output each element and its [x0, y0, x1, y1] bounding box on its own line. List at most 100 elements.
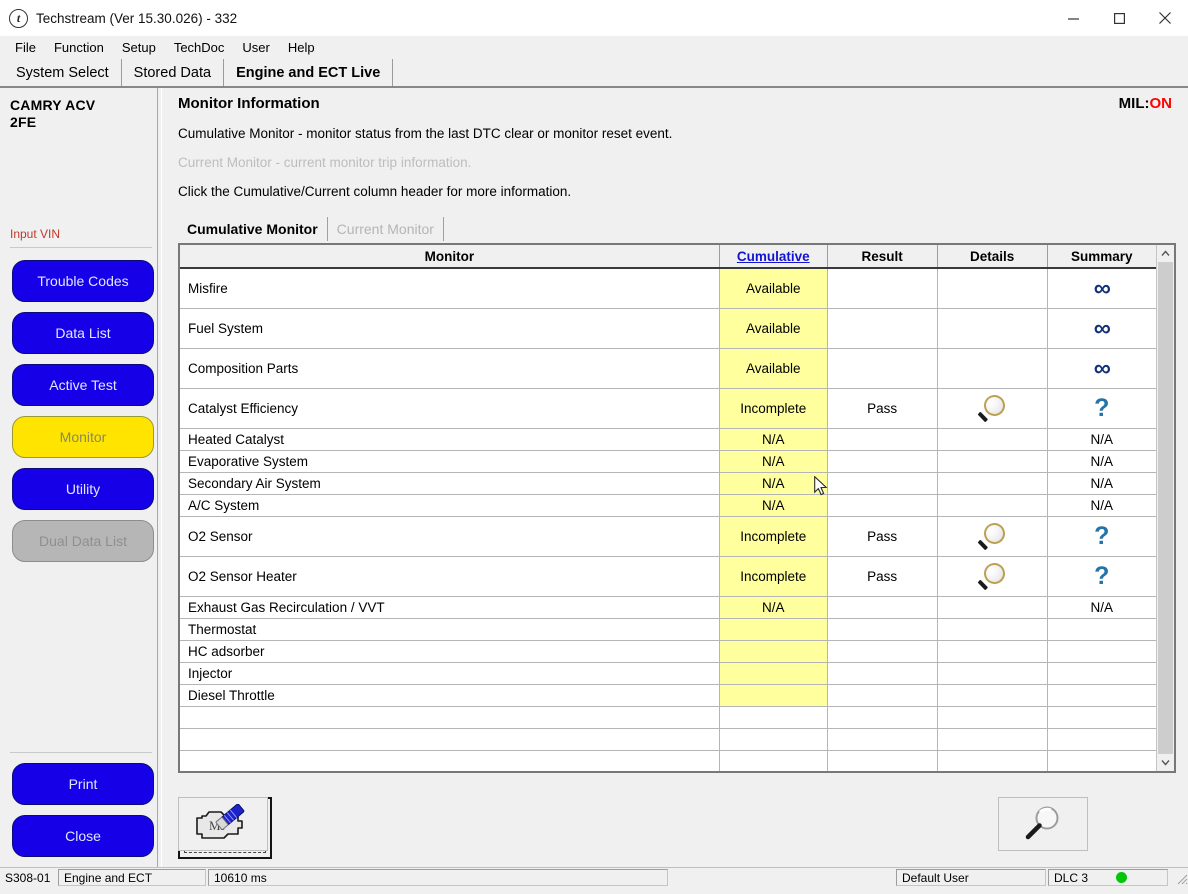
table-row[interactable]: [180, 728, 1156, 751]
page-title: Monitor Information: [178, 95, 320, 112]
menu-item-file[interactable]: File: [6, 38, 45, 57]
resize-grip-icon[interactable]: [1174, 871, 1188, 885]
sidebar-button-utility[interactable]: Utility: [12, 468, 154, 510]
close-button[interactable]: [1142, 0, 1188, 36]
menu-item-techdoc[interactable]: TechDoc: [165, 38, 234, 57]
cell-result: [827, 268, 938, 309]
menu-item-user[interactable]: User: [233, 38, 278, 57]
cell-details: [937, 450, 1048, 473]
cell-details[interactable]: [937, 388, 1048, 429]
input-vin-link[interactable]: Input VIN: [0, 227, 166, 241]
cell-summary: ?: [1047, 556, 1156, 597]
sidebar-button-print[interactable]: Print: [12, 763, 154, 805]
magnifier-icon[interactable]: [975, 520, 1009, 552]
status-timing: 10610 ms: [208, 869, 668, 886]
status-system: Engine and ECT: [58, 869, 206, 886]
maximize-button[interactable]: [1096, 0, 1142, 36]
cell-monitor: Exhaust Gas Recirculation / VVT: [180, 596, 720, 619]
chevron-up-icon[interactable]: [1157, 245, 1174, 262]
find-button[interactable]: [998, 797, 1088, 851]
vertical-scrollbar[interactable]: [1156, 245, 1174, 771]
vehicle-title-line1: CAMRY ACV: [10, 97, 96, 113]
chevron-down-icon[interactable]: [1157, 754, 1174, 771]
menu-item-function[interactable]: Function: [45, 38, 113, 57]
cell-details: [937, 662, 1048, 685]
monitor-table-body: Misfire Available ∞ Fuel System Available ∞ Co…: [180, 268, 1156, 771]
status-connector-label: DLC 3: [1054, 870, 1089, 885]
table-row[interactable]: Exhaust Gas Recirculation / VVT N/A N/A: [180, 596, 1156, 619]
menu-bar: File Function Setup TechDoc User Help: [0, 36, 1188, 59]
table-row[interactable]: [180, 706, 1156, 729]
description-cumulative: Cumulative Monitor - monitor status from…: [178, 126, 673, 141]
mil-check-engine-button[interactable]: MI: [178, 797, 268, 851]
cell-details[interactable]: [937, 516, 1048, 557]
cell-empty: [180, 706, 720, 729]
monitor-table-container: Monitor Cumulative Result Details Summar…: [178, 243, 1176, 773]
scrollbar-thumb[interactable]: [1158, 262, 1173, 754]
sidebar-button-dual-data-list: Dual Data List: [12, 520, 154, 562]
sidebar-button-monitor[interactable]: Monitor: [12, 416, 154, 458]
cell-summary: [1047, 662, 1156, 685]
table-row[interactable]: O2 Sensor Heater Incomplete Pass?: [180, 556, 1156, 597]
table-row[interactable]: O2 Sensor Incomplete Pass?: [180, 516, 1156, 557]
table-row[interactable]: Diesel Throttle: [180, 684, 1156, 707]
sidebar-button-active-test[interactable]: Active Test: [12, 364, 154, 406]
column-header-details[interactable]: Details: [937, 245, 1048, 269]
menu-item-setup[interactable]: Setup: [113, 38, 165, 57]
cell-summary: ?: [1047, 388, 1156, 429]
table-row[interactable]: Catalyst Efficiency Incomplete Pass?: [180, 388, 1156, 429]
table-row[interactable]: Evaporative System N/A N/A: [180, 450, 1156, 473]
infinity-icon: ∞: [1093, 274, 1111, 302]
tab-stored-data[interactable]: Stored Data: [122, 59, 225, 86]
tab-cumulative-monitor[interactable]: Cumulative Monitor: [178, 217, 328, 241]
cell-details: [937, 640, 1048, 663]
status-bar: S308-01 Engine and ECT 10610 ms Default …: [0, 867, 1188, 887]
table-row[interactable]: Secondary Air System N/A N/A: [180, 472, 1156, 495]
column-header-result[interactable]: Result: [827, 245, 938, 269]
table-row[interactable]: Heated Catalyst N/A N/A: [180, 428, 1156, 451]
tab-system-select[interactable]: System Select: [4, 59, 122, 86]
panel-header: Monitor Information MIL:ON: [178, 88, 1188, 112]
cell-result: [827, 494, 938, 517]
cell-result: Pass: [827, 556, 938, 597]
sidebar-button-data-list[interactable]: Data List: [12, 312, 154, 354]
vehicle-title: CAMRY ACV 2FE: [0, 88, 166, 131]
cell-details[interactable]: [937, 556, 1048, 597]
top-tab-strip: System Select Stored Data Engine and ECT…: [0, 59, 1188, 86]
tab-current-monitor[interactable]: Current Monitor: [328, 217, 444, 241]
cell-empty: [827, 728, 938, 751]
table-row[interactable]: Injector: [180, 662, 1156, 685]
column-header-summary[interactable]: Summary: [1047, 245, 1156, 269]
mil-check-engine-icon: MI: [196, 804, 245, 839]
cell-cumulative: [719, 618, 828, 641]
menu-item-help[interactable]: Help: [279, 38, 324, 57]
magnifier-icon[interactable]: [975, 560, 1009, 592]
cell-summary: N/A: [1047, 450, 1156, 473]
sidebar-button-close[interactable]: Close: [12, 815, 154, 857]
cumulative-header-link[interactable]: Cumulative: [737, 249, 810, 264]
table-row[interactable]: [180, 750, 1156, 771]
table-row[interactable]: Fuel System Available ∞: [180, 308, 1156, 349]
table-row[interactable]: HC adsorber: [180, 640, 1156, 663]
magnifier-icon[interactable]: [975, 392, 1009, 424]
cell-monitor: O2 Sensor Heater: [180, 556, 720, 597]
cell-details: [937, 428, 1048, 451]
column-header-monitor[interactable]: Monitor: [180, 245, 720, 269]
sidebar-button-trouble-codes[interactable]: Trouble Codes: [12, 260, 154, 302]
cell-result: [827, 662, 938, 685]
tab-engine-and-ect-live[interactable]: Engine and ECT Live: [224, 59, 394, 86]
cell-cumulative: Available: [719, 308, 828, 349]
sidebar-separator: [157, 88, 162, 867]
cell-details: [937, 684, 1048, 707]
table-row[interactable]: Composition Parts Available ∞: [180, 348, 1156, 389]
table-row[interactable]: Thermostat: [180, 618, 1156, 641]
table-row[interactable]: A/C System N/A N/A: [180, 494, 1156, 517]
minimize-button[interactable]: [1050, 0, 1096, 36]
table-row[interactable]: Misfire Available ∞: [180, 268, 1156, 309]
column-header-cumulative[interactable]: Cumulative: [719, 245, 828, 269]
cell-result: Pass: [827, 516, 938, 557]
cell-cumulative: [719, 662, 828, 685]
cell-empty: [719, 750, 828, 771]
cell-cumulative: N/A: [719, 450, 828, 473]
cell-cumulative: Available: [719, 348, 828, 389]
